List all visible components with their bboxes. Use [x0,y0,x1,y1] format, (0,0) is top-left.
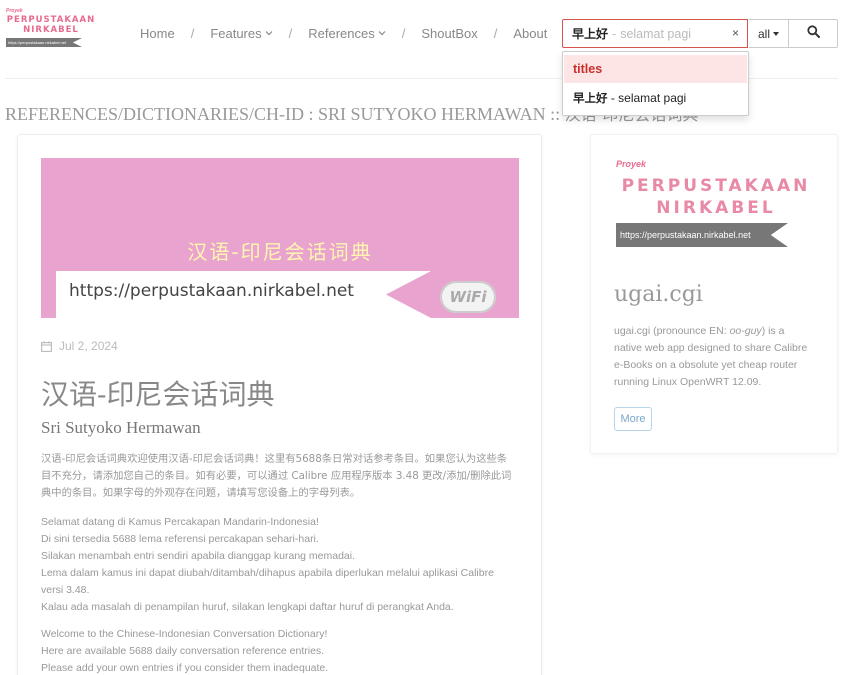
cover-url-banner: https://perpustakaan.nirkabel.net [56,271,431,318]
text-line: versi 3.48. [41,584,90,596]
more-button[interactable]: More [614,407,652,431]
text-line: Di sini tersedia 5688 lema referensi per… [41,533,319,545]
nav-about-label: About [513,25,548,41]
nav-separator: / [288,25,293,41]
text-line: 典中的条目。如果字母的外观存在问题，请填写您设备上的字母列表。 [41,487,361,499]
calendar-icon [41,340,52,352]
autocomplete-item[interactable]: 早上好 - selamat pagi [564,84,747,113]
nav-separator: / [493,25,498,41]
sidebar-title: ugai.cgi [614,282,703,307]
sidebar-logo-line-2: NIRKABEL [656,198,776,218]
sidebar-logo-small: Proyek [616,159,647,169]
text-line: native web app designed to share Calibre [614,342,808,354]
cover-url: https://perpustakaan.nirkabel.net [69,281,354,301]
search-hint: selamat pagi [620,26,692,41]
search-scope-label: all [757,26,770,41]
text-line: Silakan menambah entri sendiri apabila d… [41,550,356,562]
publish-date-text: Jul 2, 2024 [59,339,118,353]
wifi-badge-icon: WiFi [440,281,496,313]
brand-small-label: Proyek [6,8,23,14]
desc-fragment: ugai.cgi (pronounce EN: [614,325,730,337]
text-line: Lema dalam kamus ini dapat diubah/ditamb… [41,567,494,579]
nav-home-label: Home [140,25,175,41]
search-icon [806,24,820,43]
nav-about[interactable]: About [513,26,547,41]
book-author[interactable]: Sri Sutyoko Hermawan [41,418,201,438]
chevron-down-icon [378,29,386,37]
sidebar-description: ugai.cgi (pronounce EN: oo-guy) is a nat… [614,323,824,391]
nav-shoutbox-label: ShoutBox [421,25,478,41]
nav-references[interactable]: References [308,25,386,41]
caret-down-icon [773,31,779,36]
description-indonesian: Selamat datang di Kamus Percakapan Manda… [41,514,521,616]
description-chinese: 汉语-印尼会话词典欢迎使用汉语-印尼会话词典！这里有5688条日常对话参考条目。… [41,451,521,502]
text-line: Welcome to the Chinese-Indonesian Conver… [41,628,328,640]
text-line: running Linux OpenWRT 12.09. [614,376,762,388]
search-autocomplete-menu: titles 早上好 - selamat pagi [562,51,749,116]
cover-title: 汉语-印尼会话词典 [187,240,373,264]
article-card: 汉语-印尼会话词典 https://perpustakaan.nirkabel.… [17,134,542,675]
search-input[interactable]: 早上好 - selamat pagi × [562,19,748,48]
autocomplete-group-header: titles [564,55,747,83]
desc-emphasis: oo-guy [729,325,762,337]
text-line: 目不充分，请添加您自己的条目。如有必要，可以通过 Calibre 应用程序版本 … [41,470,512,482]
search-term: 早上好 [572,27,609,41]
brand-url-banner: https://perpustakaan.nirkabel.net [6,38,82,47]
sidebar-logo-url: https://perpustakaan.nirkabel.net [616,223,788,247]
text-line: Kalau ada masalah di penampilan huruf, s… [41,601,454,613]
book-cover-image[interactable]: 汉语-印尼会话词典 https://perpustakaan.nirkabel.… [41,158,519,318]
nav-features[interactable]: Features [210,25,273,41]
sidebar-logo: Proyek PERPUSTAKAAN NIRKABEL https://per… [616,159,821,254]
search-scope-dropdown[interactable]: all [749,19,789,48]
nav-features-label: Features [210,25,262,41]
nav-references-label: References [308,25,375,41]
autocomplete-item-match: 早上好 [573,91,608,105]
page-title-path: REFERENCES/DICTIONARIES/CH-ID : SRI SUTY… [5,104,565,124]
autocomplete-item-rest: - selamat pagi [607,91,687,105]
chevron-down-icon [265,29,273,37]
search-button[interactable] [788,19,838,48]
book-title: 汉语-印尼会话词典 [41,378,275,411]
text-line: Selamat datang di Kamus Percakapan Manda… [41,516,319,528]
nav-separator: / [190,25,195,41]
nav-separator: / [401,25,406,41]
brand-line-1: PERPUSTAKAAN [6,15,96,25]
sidebar-card: Proyek PERPUSTAKAAN NIRKABEL https://per… [590,134,838,454]
nav-shoutbox[interactable]: ShoutBox [421,26,477,41]
text-line: Here are available 5688 daily conversati… [41,645,325,657]
text-line: ugai.cgi (pronounce EN: oo-guy) is a [614,323,824,340]
text-line: 汉语-印尼会话词典欢迎使用汉语-印尼会话词典！这里有5688条日常对话参考条目。… [41,453,508,465]
wifi-badge-text: WiFi [449,288,487,306]
main-nav: Home / Features / References / ShoutBox … [140,24,547,42]
text-line: e-Books on a obsolute yet cheap router [614,359,798,371]
sidebar-logo-line-1: PERPUSTAKAAN [621,176,811,196]
description-english: Welcome to the Chinese-Indonesian Conver… [41,626,521,675]
brand-logo[interactable]: Proyek PERPUSTAKAAN NIRKABEL https://per… [6,8,98,50]
clear-icon[interactable]: × [732,26,739,40]
brand-line-2: NIRKABEL [23,25,79,35]
text-line: Please add your own entries if you consi… [41,662,329,674]
search-hint-separator: - [612,26,617,41]
desc-fragment: ) is a [761,325,785,337]
nav-home[interactable]: Home [140,26,175,41]
publish-date: Jul 2, 2024 [41,339,118,353]
